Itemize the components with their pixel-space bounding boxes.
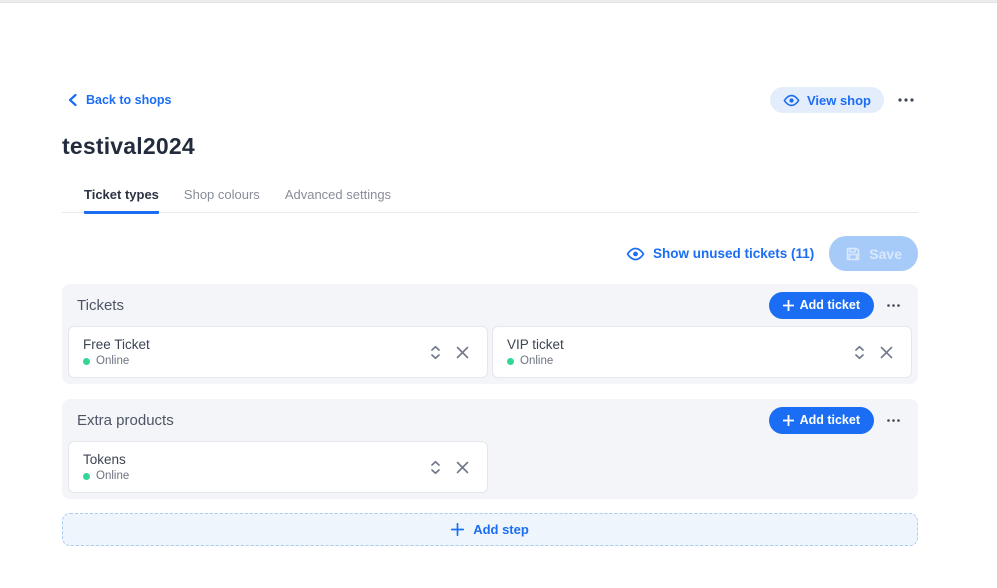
ticket-card-actions (428, 458, 471, 477)
ticket-card-actions (428, 343, 471, 362)
tab-ticket-types[interactable]: Ticket types (84, 187, 159, 214)
plus-icon (783, 415, 794, 426)
ticket-info: VIP ticket Online (507, 337, 564, 367)
ticket-status: Online (507, 355, 564, 367)
add-step-button[interactable]: Add step (62, 513, 918, 546)
ticket-card-grid: Tokens Online (68, 441, 912, 493)
eye-icon (783, 94, 800, 107)
show-unused-tickets-button[interactable]: Show unused tickets (11) (626, 246, 814, 261)
header-actions: View shop (770, 87, 918, 113)
remove-ticket-button[interactable] (878, 344, 895, 361)
section-actions: Add ticket (769, 292, 904, 319)
chevron-left-icon (68, 94, 77, 106)
ellipsis-icon (887, 419, 900, 422)
reorder-handle[interactable] (852, 343, 867, 362)
remove-ticket-button[interactable] (454, 344, 471, 361)
view-shop-label: View shop (807, 93, 871, 108)
section-tickets: Tickets Add ticket Free Ticket (62, 284, 918, 384)
save-label: Save (869, 246, 902, 262)
ticket-card-actions (852, 343, 895, 362)
ticket-status: Online (83, 355, 150, 367)
page-title: testival2024 (62, 133, 918, 160)
eye-icon (626, 247, 645, 261)
ticket-name: Free Ticket (83, 337, 150, 352)
ticket-status-label: Online (96, 355, 129, 367)
ticket-card-tokens: Tokens Online (68, 441, 488, 493)
ticket-info: Tokens Online (83, 452, 129, 482)
ticket-status: Online (83, 470, 129, 482)
page-more-menu-button[interactable] (894, 96, 918, 104)
add-ticket-label: Add ticket (800, 413, 860, 427)
ticket-card-free-ticket: Free Ticket Online (68, 326, 488, 378)
plus-icon (451, 523, 464, 536)
section-header: Tickets Add ticket (68, 284, 912, 326)
view-shop-button[interactable]: View shop (770, 87, 884, 113)
add-step-label: Add step (473, 522, 529, 537)
toolbar: Show unused tickets (11) Save (62, 236, 918, 271)
tab-advanced-settings[interactable]: Advanced settings (285, 187, 391, 214)
add-ticket-label: Add ticket (800, 298, 860, 312)
back-to-shops-link[interactable]: Back to shops (68, 93, 171, 107)
add-ticket-button[interactable]: Add ticket (769, 292, 874, 319)
tab-shop-colours[interactable]: Shop colours (184, 187, 260, 214)
ellipsis-icon (887, 304, 900, 307)
ticket-status-label: Online (96, 470, 129, 482)
plus-icon (783, 300, 794, 311)
section-more-menu-button[interactable] (883, 417, 904, 424)
online-status-dot (507, 358, 514, 365)
section-title: Extra products (77, 412, 174, 429)
ticket-status-label: Online (520, 355, 553, 367)
save-disk-icon (845, 246, 861, 262)
remove-ticket-button[interactable] (454, 459, 471, 476)
ticket-card-grid: Free Ticket Online VIP (68, 326, 912, 378)
section-more-menu-button[interactable] (883, 302, 904, 309)
save-button[interactable]: Save (829, 236, 918, 271)
online-status-dot (83, 358, 90, 365)
reorder-handle[interactable] (428, 343, 443, 362)
section-actions: Add ticket (769, 407, 904, 434)
ticket-name: VIP ticket (507, 337, 564, 352)
ticket-card-vip-ticket: VIP ticket Online (492, 326, 912, 378)
tab-bar: Ticket types Shop colours Advanced setti… (62, 187, 918, 213)
section-header: Extra products Add ticket (68, 399, 912, 441)
online-status-dot (83, 473, 90, 480)
section-title: Tickets (77, 297, 124, 314)
ellipsis-icon (898, 98, 914, 102)
back-link-label: Back to shops (86, 93, 171, 107)
ticket-name: Tokens (83, 452, 129, 467)
ticket-info: Free Ticket Online (83, 337, 150, 367)
add-ticket-button[interactable]: Add ticket (769, 407, 874, 434)
reorder-handle[interactable] (428, 458, 443, 477)
shop-editor-page: Back to shops View shop testival2024 Tic… (62, 3, 918, 546)
show-unused-label: Show unused tickets (11) (653, 246, 814, 261)
section-extra-products: Extra products Add ticket Tokens (62, 399, 918, 499)
page-header: Back to shops View shop (62, 87, 918, 113)
